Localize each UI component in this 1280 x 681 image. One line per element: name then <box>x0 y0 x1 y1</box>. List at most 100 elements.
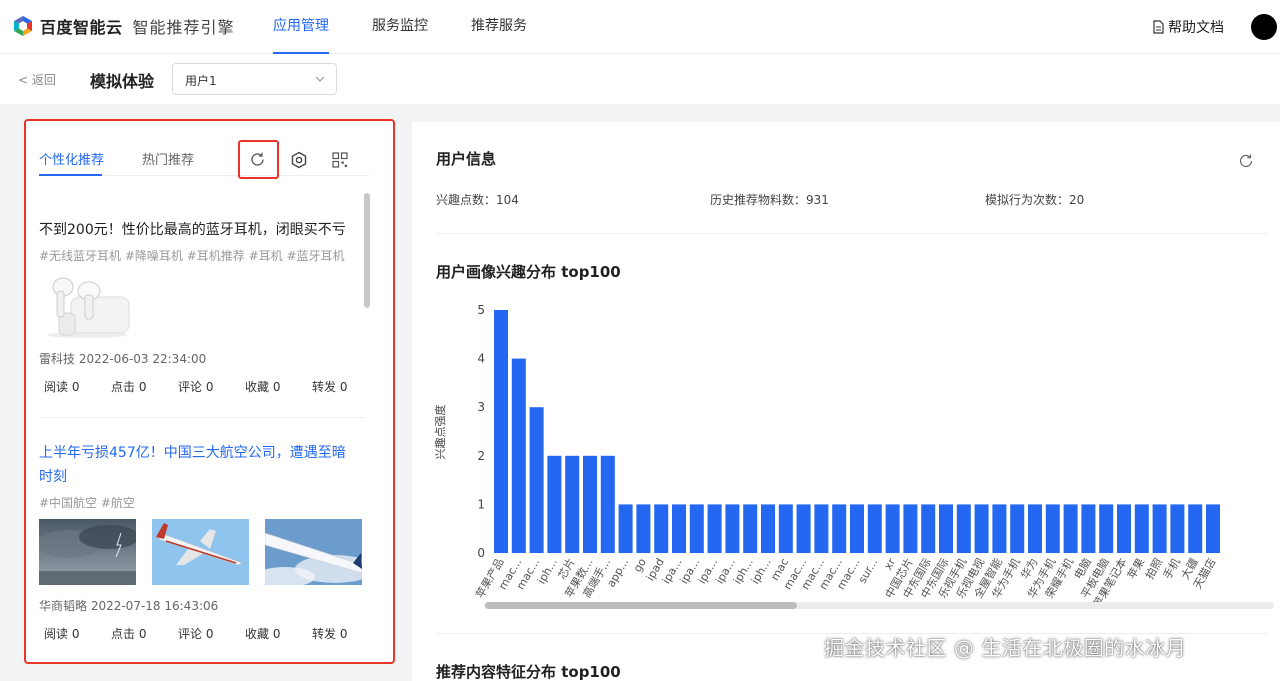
content-feature-title: 推荐内容特征分布 top100 <box>436 663 621 681</box>
scrollbar[interactable] <box>364 193 370 308</box>
y-tick-label: 1 <box>477 497 485 511</box>
help-docs-link[interactable]: 帮助文档 <box>1152 17 1224 37</box>
favorite-count: 收藏 0 <box>245 380 281 394</box>
top-nav: 百度智能云 智能推荐引擎 应用管理 服务监控 推荐服务 帮助文档 <box>0 0 1280 54</box>
chart-bar <box>778 504 793 553</box>
article-title[interactable]: 上半年亏损457亿！中国三大航空公司，遭遇至暗时刻 <box>39 441 359 489</box>
y-tick-label: 0 <box>477 546 485 560</box>
comment-count: 评论 0 <box>178 380 214 394</box>
x-tick-label: 拍照 <box>1142 556 1165 582</box>
chart-bar <box>1117 504 1131 553</box>
section-divider <box>436 233 1268 234</box>
article-meta: 华商韬略 2022-07-18 16:43:06 <box>39 599 219 613</box>
history-count: 历史推荐物料数：931 <box>710 193 829 207</box>
x-tick-label: 苹果 <box>1124 556 1147 582</box>
click-count: 点击 0 <box>111 380 147 394</box>
document-icon <box>1153 20 1164 34</box>
chart-bar <box>992 504 1007 553</box>
y-tick-label: 5 <box>477 303 485 317</box>
article-tags: #无线蓝牙耳机 #降噪耳机 #耳机推荐 #耳机 #蓝牙耳机 <box>39 249 345 263</box>
tab-recommend-service[interactable]: 推荐服务 <box>471 0 527 54</box>
action-count: 模拟行为次数：20 <box>985 193 1085 207</box>
watermark: 掘金技术社区 @ 生活在北极圈的水冰月 <box>824 636 1187 660</box>
article-meta: 雷科技 2022-06-03 22:34:00 <box>39 352 207 366</box>
chart-bar <box>511 358 526 553</box>
chart-bar <box>1045 504 1060 553</box>
chart-bar <box>1134 504 1149 553</box>
chevron-left-icon: < <box>18 73 29 87</box>
read-count: 阅读 0 <box>44 380 80 394</box>
product-name: 智能推荐引擎 <box>132 18 235 37</box>
tab-service-monitor[interactable]: 服务监控 <box>372 0 428 54</box>
help-docs-label: 帮助文档 <box>1168 20 1224 36</box>
settings-icon[interactable] <box>290 151 308 169</box>
share-count: 转发 0 <box>312 380 348 394</box>
qr-code-icon[interactable] <box>332 152 348 168</box>
chart-bar <box>903 504 918 553</box>
y-axis-label: 兴趣点强度 <box>433 405 447 460</box>
chart-bar <box>1081 504 1096 553</box>
chart-bar <box>832 504 847 553</box>
earbuds-image <box>39 273 135 339</box>
active-tab-underline <box>39 174 102 176</box>
card-divider <box>39 417 365 418</box>
chart-bar <box>672 504 686 553</box>
chart-bar <box>1206 504 1220 553</box>
tab-hot[interactable]: 热门推荐 <box>142 149 194 168</box>
chart-bar <box>600 455 615 553</box>
airplane-photo <box>152 519 249 585</box>
user-avatar[interactable] <box>1251 14 1277 40</box>
chart-bar <box>921 504 936 553</box>
chart-bar <box>850 504 864 553</box>
chart-bar <box>636 504 651 553</box>
chart-bar <box>939 504 953 553</box>
read-count: 阅读 0 <box>44 627 80 641</box>
share-count: 转发 0 <box>312 627 348 641</box>
back-link[interactable]: < 返回 <box>18 71 56 88</box>
chart-bar <box>1188 504 1203 553</box>
storm-photo <box>39 519 136 585</box>
chart-bar <box>547 455 562 553</box>
chart-bar <box>1028 504 1042 553</box>
chart-bar <box>1063 504 1078 553</box>
chevron-down-icon <box>315 76 325 82</box>
chart-bar <box>583 455 597 553</box>
chart-bar <box>1170 504 1185 553</box>
chart-bar <box>618 504 633 553</box>
y-tick-label: 3 <box>477 400 485 414</box>
comment-count: 评论 0 <box>178 627 214 641</box>
back-label: 返回 <box>31 73 56 87</box>
user-select[interactable]: 用户1 <box>172 63 337 95</box>
x-tick-label: sur... <box>856 556 881 586</box>
user-select-value: 用户1 <box>185 74 217 88</box>
refresh-icon[interactable] <box>1238 153 1254 169</box>
y-tick-label: 2 <box>477 449 485 463</box>
tab-personalized[interactable]: 个性化推荐 <box>39 149 104 168</box>
chart-bar <box>1010 504 1025 553</box>
refresh-icon[interactable] <box>249 151 266 168</box>
y-tick-label: 4 <box>477 352 485 366</box>
chart-bar <box>529 407 544 553</box>
chart-bar <box>494 310 508 553</box>
chart-bar <box>743 504 758 553</box>
favorite-count: 收藏 0 <box>245 627 281 641</box>
user-panel: 用户信息 兴趣点数：104 历史推荐物料数：931 模拟行为次数：20 用户画像… <box>412 122 1280 681</box>
chart-bar <box>707 504 722 553</box>
article-title[interactable]: 不到200元！性价比最高的蓝牙耳机，闭眼买不亏 <box>39 218 359 242</box>
article-tags: #中国航空 #航空 <box>39 496 135 510</box>
sub-header: < 返回 模拟体验 用户1 <box>0 54 1280 104</box>
recommend-panel: 个性化推荐 热门推荐 不到200元！性价比最高的蓝牙耳机，闭眼买不亏 #无线蓝牙… <box>24 119 395 664</box>
brand-logo[interactable]: 百度智能云 智能推荐引擎 <box>12 14 235 38</box>
wing-photo <box>265 519 362 585</box>
chart-bar <box>956 504 971 553</box>
chart-bar <box>814 504 829 553</box>
page-title: 模拟体验 <box>90 72 155 91</box>
user-info-title: 用户信息 <box>436 150 497 168</box>
baidu-cloud-logo-icon <box>14 16 32 36</box>
chart-bar <box>689 504 704 553</box>
chart-bar <box>796 504 811 553</box>
tab-app-management[interactable]: 应用管理 <box>273 0 329 54</box>
chart-bar <box>761 504 775 553</box>
click-count: 点击 0 <box>111 627 147 641</box>
chart-bar <box>1152 504 1167 553</box>
